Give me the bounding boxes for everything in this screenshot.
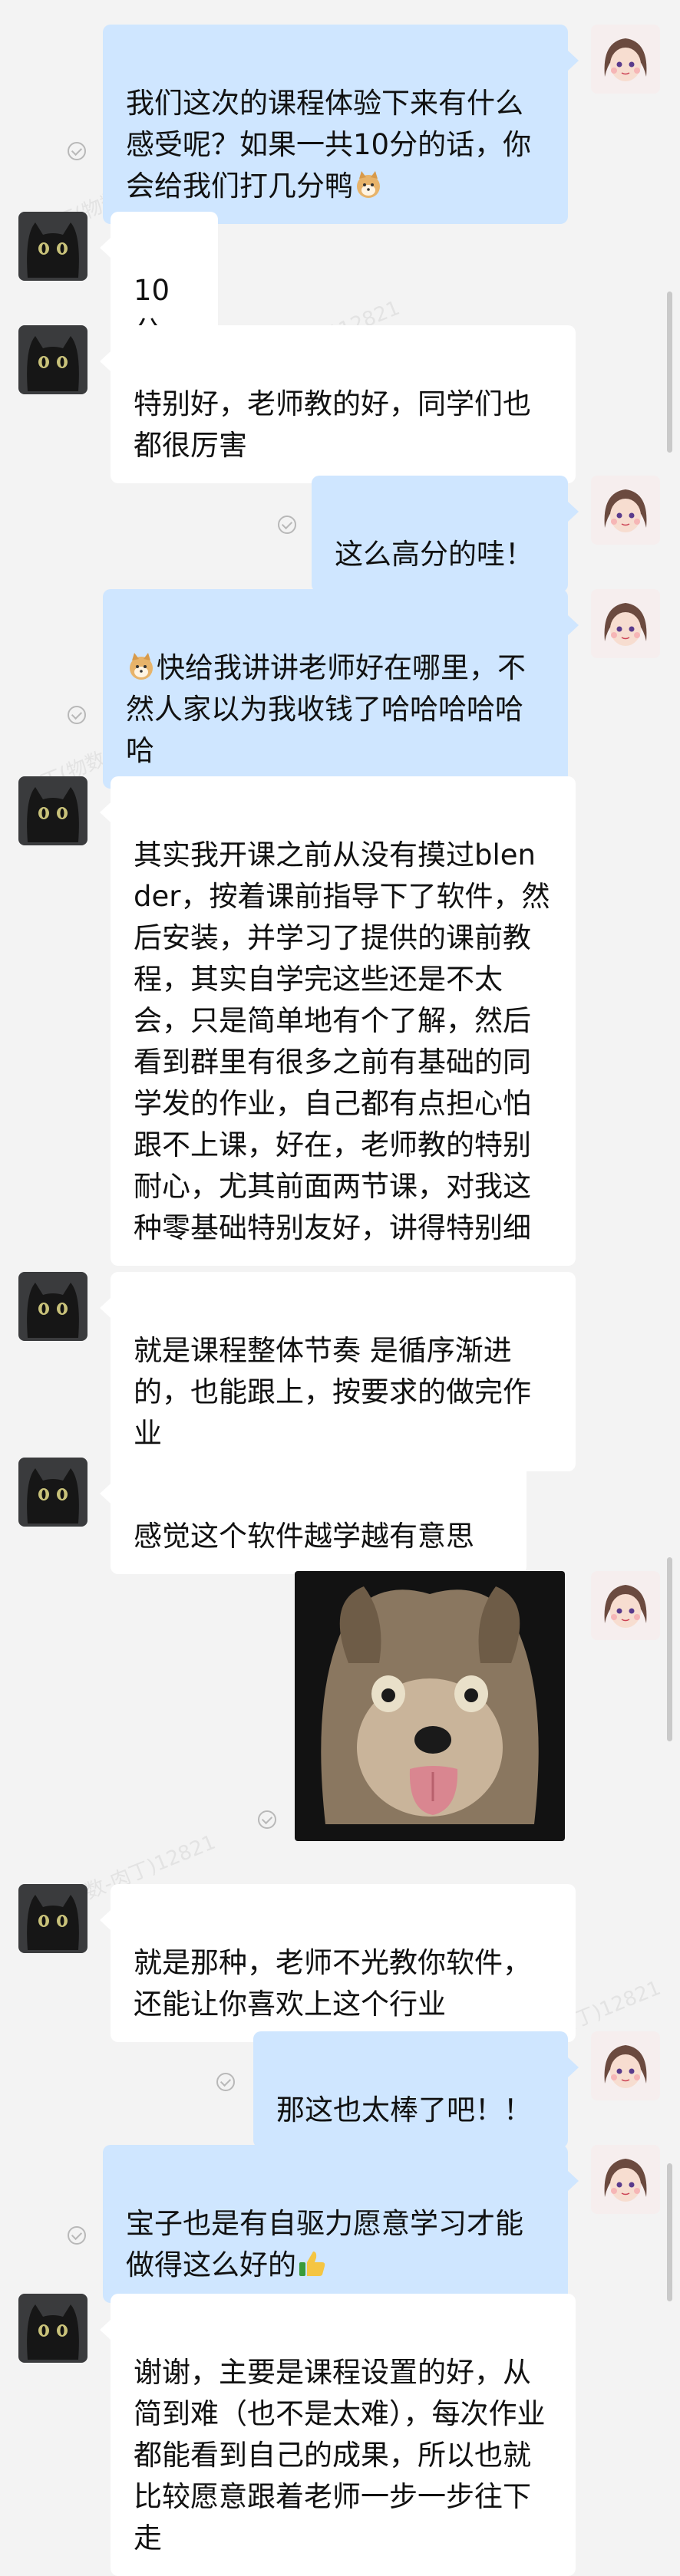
- shiba-emoji-icon: [130, 653, 153, 680]
- message-row: 感觉这个软件越学越有意思: [0, 1458, 680, 1574]
- user-avatar-icon: [591, 1571, 660, 1640]
- message-bubble[interactable]: 就是课程整体节奏 是循序渐进的，也能跟上，按要求的做完作业: [100, 1272, 576, 1471]
- avatar[interactable]: [591, 476, 660, 545]
- read-receipt-icon: [216, 2073, 235, 2091]
- message-bubble[interactable]: 我们这次的课程体验下来有什么感受呢？如果一共10分的话，你会给我们打几分鸭: [103, 25, 579, 224]
- message-bubble[interactable]: 快给我讲讲老师好在哪里，不然人家以为我收钱了哈哈哈哈哈哈: [103, 589, 579, 789]
- avatar[interactable]: [18, 1272, 87, 1341]
- message-text: 其实我开课之前从没有摸过blender，按着课前指导下了软件，然后安装，并学习了…: [134, 838, 550, 1244]
- message-text: 特别好，老师教的好，同学们也都很厉害: [134, 387, 531, 462]
- read-receipt-icon: [68, 706, 86, 724]
- message-text: 就是课程整体节奏 是循序渐进的，也能跟上，按要求的做完作业: [134, 1334, 531, 1450]
- read-receipt-icon: [68, 2226, 86, 2245]
- message-bubble[interactable]: 那这也太棒了吧！！: [253, 2031, 579, 2148]
- message-text: 就是那种，老师不光教你软件，还能让你喜欢上这个行业: [134, 1946, 531, 2021]
- message-row: 宝子也是有自驱力愿意学习才能做得这么好的: [0, 2145, 680, 2303]
- message-row: 那这也太棒了吧！！: [0, 2031, 680, 2148]
- message-bubble[interactable]: 感觉这个软件越学越有意思: [100, 1458, 527, 1574]
- message-bubble[interactable]: 特别好，老师教的好，同学们也都很厉害: [100, 325, 576, 483]
- avatar[interactable]: [18, 212, 87, 281]
- user-avatar-icon: [591, 476, 660, 545]
- chat-window[interactable]: 肉丁(物数-肉丁)12821 肉丁(物数-肉丁)12821 肉丁(物数-肉丁)1…: [0, 0, 680, 2576]
- message-row: [0, 1571, 680, 1847]
- message-bubble[interactable]: 这么高分的哇！: [312, 476, 579, 592]
- message-text: 感觉这个软件越学越有意思: [134, 1520, 474, 1553]
- avatar[interactable]: [591, 2145, 660, 2214]
- message-bubble[interactable]: 其实我开课之前从没有摸过blender，按着课前指导下了软件，然后安装，并学习了…: [100, 776, 576, 1266]
- message-row: 这么高分的哇！: [0, 476, 680, 592]
- user-avatar-icon: [591, 589, 660, 658]
- black-cat-avatar-icon: [18, 776, 87, 845]
- avatar[interactable]: [591, 25, 660, 94]
- black-cat-avatar-icon: [18, 212, 87, 281]
- read-receipt-icon: [258, 1810, 276, 1829]
- avatar[interactable]: [18, 1884, 87, 1953]
- message-text: 快给我讲讲老师好在哪里，不然人家以为我收钱了哈哈哈哈哈哈: [126, 651, 526, 767]
- message-bubble[interactable]: 宝子也是有自驱力愿意学习才能做得这么好的: [103, 2145, 579, 2303]
- message-text: 我们这次的课程体验下来有什么感受呢？如果一共10分的话，你会给我们打几分鸭: [126, 87, 532, 203]
- message-row: 谢谢，主要是课程设置的好，从简到难（也不是太难），每次作业都能看到自己的成果，所…: [0, 2294, 680, 2576]
- black-cat-avatar-icon: [18, 1884, 87, 1953]
- surprised-dog-sticker-icon: [295, 1571, 565, 1841]
- black-cat-avatar-icon: [18, 2294, 87, 2363]
- message-row: 我们这次的课程体验下来有什么感受呢？如果一共10分的话，你会给我们打几分鸭: [0, 25, 680, 224]
- message-text: 那这也太棒了吧！！: [276, 2093, 532, 2126]
- message-row: 10分: [0, 212, 680, 370]
- shiba-emoji-icon: [357, 171, 380, 198]
- message-row: 其实我开课之前从没有摸过blender，按着课前指导下了软件，然后安装，并学习了…: [0, 776, 680, 1266]
- avatar[interactable]: [18, 2294, 87, 2363]
- avatar[interactable]: [18, 1458, 87, 1527]
- message-text: 谢谢，主要是课程设置的好，从简到难（也不是太难），每次作业都能看到自己的成果，所…: [134, 2356, 546, 2555]
- black-cat-avatar-icon: [18, 1458, 87, 1527]
- avatar[interactable]: [18, 325, 87, 394]
- message-row: 快给我讲讲老师好在哪里，不然人家以为我收钱了哈哈哈哈哈哈: [0, 589, 680, 789]
- message-text: 这么高分的哇！: [335, 538, 533, 571]
- user-avatar-icon: [591, 2031, 660, 2100]
- message-bubble[interactable]: 就是那种，老师不光教你软件，还能让你喜欢上这个行业: [100, 1884, 576, 2042]
- black-cat-avatar-icon: [18, 325, 87, 394]
- message-bubble[interactable]: 谢谢，主要是课程设置的好，从简到难（也不是太难），每次作业都能看到自己的成果，所…: [100, 2294, 576, 2576]
- read-receipt-icon: [278, 516, 296, 534]
- avatar[interactable]: [18, 776, 87, 845]
- message-row: 就是课程整体节奏 是循序渐进的，也能跟上，按要求的做完作业: [0, 1272, 680, 1471]
- avatar[interactable]: [591, 2031, 660, 2100]
- user-avatar-icon: [591, 25, 660, 94]
- read-receipt-icon: [68, 142, 86, 160]
- thumbs-up-emoji-icon: [299, 2252, 325, 2276]
- avatar[interactable]: [591, 1571, 660, 1640]
- message-row: 就是那种，老师不光教你软件，还能让你喜欢上这个行业: [0, 1884, 680, 2042]
- user-avatar-icon: [591, 2145, 660, 2214]
- black-cat-avatar-icon: [18, 1272, 87, 1341]
- message-row: 特别好，老师教的好，同学们也都很厉害: [0, 325, 680, 483]
- surprised-dog-sticker[interactable]: [295, 1571, 565, 1841]
- avatar[interactable]: [591, 589, 660, 658]
